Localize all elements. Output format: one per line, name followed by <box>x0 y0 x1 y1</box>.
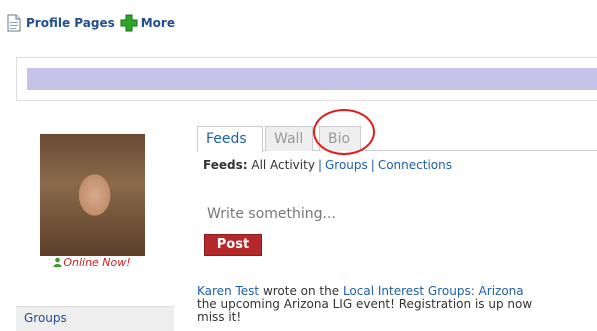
status-input[interactable]: Write something... <box>207 206 336 222</box>
top-links: Profile Pages More <box>6 14 175 32</box>
tab-feeds[interactable]: Feeds <box>197 126 263 152</box>
profile-tabs: Feeds Wall Bio <box>197 126 597 152</box>
activity-line-2: the upcoming Arizona LIG event! Registra… <box>197 298 533 311</box>
user-online-icon <box>53 257 62 267</box>
activity-author-link[interactable]: Karen Test <box>197 285 259 298</box>
sidebar-groups-header[interactable]: Groups <box>16 306 174 331</box>
online-status-text: Online Now! <box>63 256 131 269</box>
feeds-filter-groups-link[interactable]: Groups <box>325 158 368 172</box>
activity-item: Karen Test wrote on the Local Interest G… <box>197 285 597 324</box>
plus-icon[interactable] <box>120 14 138 32</box>
separator: | <box>317 158 322 172</box>
more-link[interactable]: More <box>141 16 175 30</box>
separator: | <box>370 158 375 172</box>
activity-verb: wrote on the <box>259 285 343 298</box>
profile-pages-link[interactable]: Profile Pages <box>26 16 115 30</box>
feeds-filter-prefix: Feeds: <box>203 158 248 172</box>
sidebar-groups-label: Groups <box>24 311 67 325</box>
profile-banner-bar <box>27 68 597 90</box>
online-status: Online Now! <box>38 256 146 269</box>
post-button[interactable]: Post <box>204 234 262 256</box>
document-icon <box>7 14 21 32</box>
highlight-circle-annotation <box>313 109 375 155</box>
activity-target-link[interactable]: Local Interest Groups: Arizona <box>343 285 524 298</box>
feeds-filter: Feeds: All Activity | Groups | Connections <box>203 158 452 172</box>
feeds-filter-all-activity[interactable]: All Activity <box>251 158 315 172</box>
activity-line-1: Karen Test wrote on the Local Interest G… <box>197 285 597 298</box>
feeds-filter-connections-link[interactable]: Connections <box>378 158 452 172</box>
avatar[interactable] <box>39 133 146 257</box>
profile-banner-panel <box>16 57 597 101</box>
activity-line-3: miss it! <box>197 311 242 324</box>
tab-wall[interactable]: Wall <box>265 126 313 151</box>
